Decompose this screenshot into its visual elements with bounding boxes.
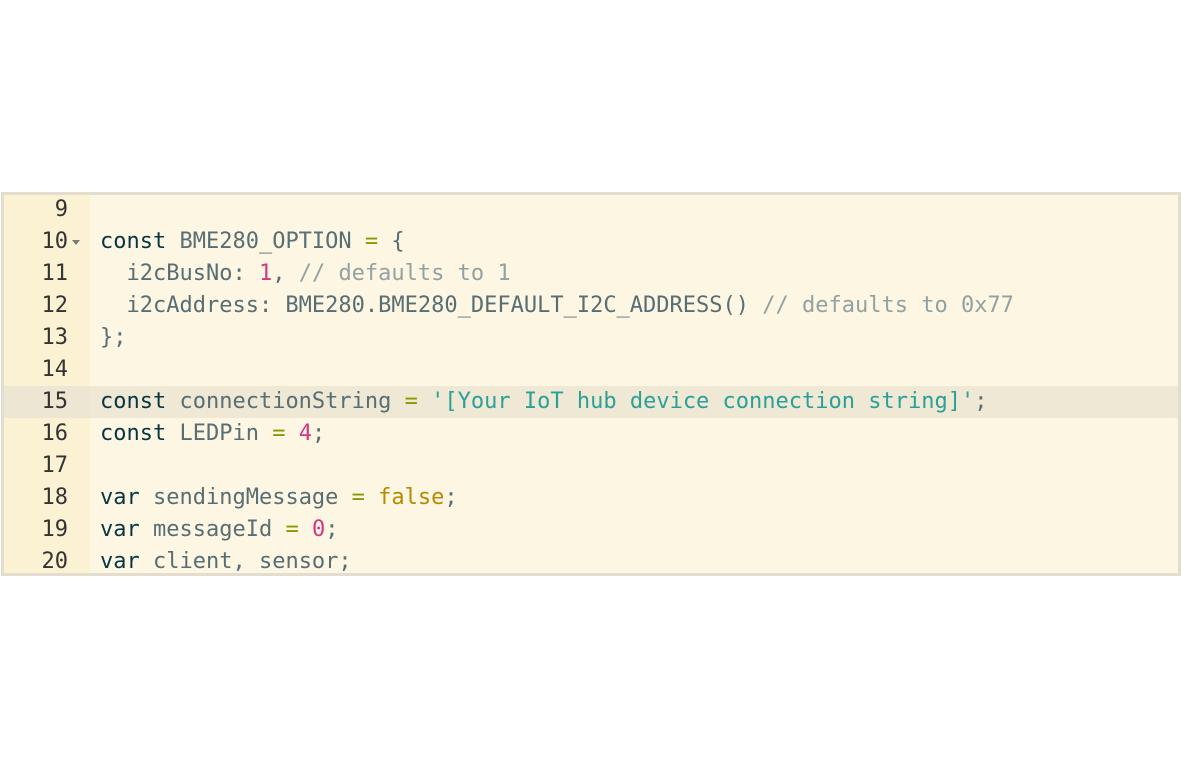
code-token-kw: var: [100, 485, 140, 510]
code-token-pn: [365, 485, 378, 510]
code-token-op: =: [351, 485, 365, 510]
line-number: 9: [54, 197, 68, 222]
code-line[interactable]: 14: [4, 354, 1178, 386]
code-token-kw: var: [100, 549, 140, 574]
code-token-op: =: [404, 389, 418, 414]
code-token-num: 4: [298, 421, 312, 446]
code-token-kw: var: [100, 517, 140, 542]
code-token-id: i2cBusNo:: [100, 261, 259, 286]
code-line[interactable]: 16 const LEDPin = 4;: [4, 418, 1178, 450]
code-token-pn: ;: [325, 517, 339, 542]
code-token-kw: const: [100, 421, 167, 446]
code-line[interactable]: 13};: [4, 322, 1178, 354]
code-token-op: =: [272, 421, 286, 446]
code-text: const connectionString = '[Your IoT hub …: [100, 386, 987, 418]
code-token-id: LEDPin: [166, 421, 273, 446]
line-number: 15: [4, 386, 90, 418]
code-token-id: sendingMessage: [139, 485, 352, 510]
code-token-pn: ;: [974, 389, 988, 414]
line-number: 11: [41, 261, 69, 286]
code-line[interactable]: 18 var sendingMessage = false;: [4, 482, 1178, 514]
code-line[interactable]: 20 var client, sensor;: [4, 546, 1178, 574]
line-number: 13: [41, 325, 69, 350]
code-text: var messageId = 0;: [100, 514, 338, 546]
code-text: const BME280_OPTION = {: [100, 226, 405, 258]
code-token-op: =: [364, 229, 379, 254]
line-number: 12: [41, 293, 69, 318]
code-line[interactable]: 19 var messageId = 0;: [4, 514, 1178, 546]
code-token-id: connectionString: [166, 389, 405, 414]
code-editor[interactable]: 9 10 const BME280_OPTION = {11 i2cBusNo: 1…: [1, 192, 1181, 576]
line-number: 20: [41, 549, 69, 574]
code-token-cm: // defaults to 0x77: [762, 293, 1014, 318]
code-token-id: BME280_OPTION: [166, 229, 365, 254]
code-token-str: '[Your IoT hub device connection string]…: [431, 389, 975, 414]
line-number: 17: [41, 453, 69, 478]
fold-arrow-icon[interactable]: [72, 240, 80, 245]
code-text: var sendingMessage = false;: [100, 482, 458, 514]
line-number: 14: [41, 357, 69, 382]
code-token-bool: false: [378, 485, 445, 510]
code-token-id: i2cAddress: BME280.BME280_DEFAULT_I2C_AD…: [100, 293, 763, 318]
code-token-op: =: [285, 517, 299, 542]
line-number: 18: [41, 485, 69, 510]
code-token-id: client, sensor;: [139, 549, 352, 574]
code-token-pn: };: [100, 325, 127, 350]
code-line[interactable]: 11 i2cBusNo: 1, // defaults to 1: [4, 258, 1178, 290]
code-token-pn: [299, 517, 312, 542]
code-token-cm: // defaults to 1: [298, 261, 511, 286]
code-text: };: [100, 322, 127, 354]
code-text: var client, sensor;: [100, 546, 352, 574]
code-line[interactable]: 10 const BME280_OPTION = {: [4, 226, 1178, 258]
code-token-pn: ;: [444, 485, 458, 510]
code-line[interactable]: 17: [4, 450, 1178, 482]
code-token-id: messageId: [139, 517, 286, 542]
code-token-pn: {: [378, 229, 405, 254]
code-token-pn: [418, 389, 431, 414]
code-line[interactable]: 15 const connectionString = '[Your IoT hu…: [4, 386, 1178, 418]
code-text: const LEDPin = 4;: [100, 418, 325, 450]
code-token-pn: ;: [311, 421, 326, 446]
code-token-pn: [285, 421, 298, 446]
code-line[interactable]: 12 i2cAddress: BME280.BME280_DEFAULT_I2C…: [4, 290, 1178, 322]
code-line[interactable]: 9: [4, 195, 1178, 226]
code-token-pn: ,: [272, 261, 299, 286]
code-token-num: 1: [258, 261, 273, 286]
code-text: i2cBusNo: 1, // defaults to 1: [100, 258, 511, 290]
code-text: i2cAddress: BME280.BME280_DEFAULT_I2C_AD…: [100, 290, 1014, 322]
code-lines: 9 10 const BME280_OPTION = {11 i2cBusNo: 1…: [4, 195, 1178, 574]
line-number: 19: [41, 517, 69, 542]
line-number: 16: [41, 421, 69, 446]
code-token-num: 0: [311, 517, 326, 542]
code-token-kw: const: [100, 389, 167, 414]
code-token-kw: const: [100, 229, 167, 254]
